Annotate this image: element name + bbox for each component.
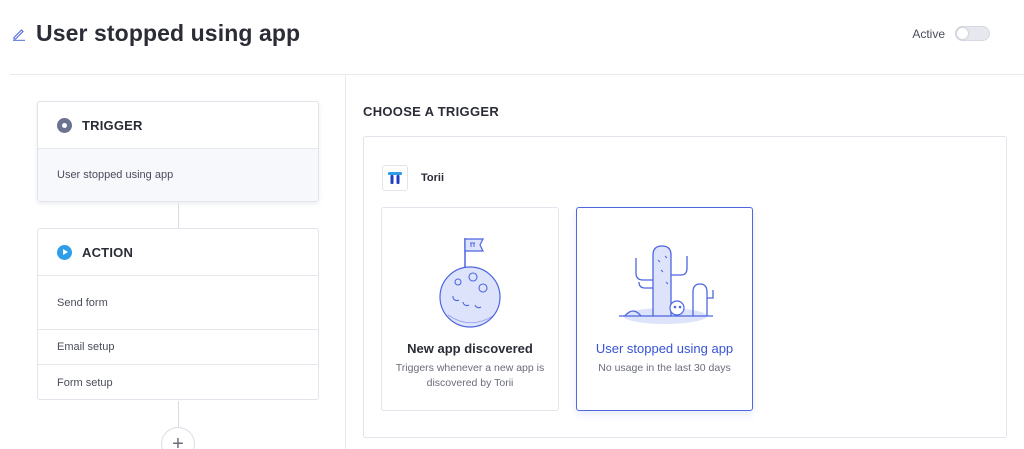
active-toggle[interactable] xyxy=(955,26,990,41)
trigger-card-description: No usage in the last 30 days xyxy=(598,362,731,374)
page-title: User stopped using app xyxy=(36,20,301,46)
edit-pencil-icon[interactable] xyxy=(12,27,26,41)
action-step-title: ACTION xyxy=(82,244,134,260)
trigger-step-card[interactable]: TRIGGER User stopped using app xyxy=(37,101,319,202)
cactus-desert-icon xyxy=(577,230,752,330)
panel-divider xyxy=(345,75,346,449)
trigger-card-title: New app discovered xyxy=(407,341,533,356)
trigger-dot-icon xyxy=(57,117,72,133)
trigger-selected-item[interactable]: User stopped using app xyxy=(38,149,318,201)
step-connector xyxy=(178,203,179,228)
trigger-card-description: Triggers whenever a new app is discovere… xyxy=(395,362,545,389)
trigger-step-header: TRIGGER xyxy=(38,102,318,149)
trigger-card-title: User stopped using app xyxy=(595,341,734,356)
step-connector xyxy=(178,401,179,427)
toggle-knob xyxy=(957,28,968,39)
moon-flag-icon xyxy=(382,230,558,330)
action-step-card: ACTION Send form Email setup Form setup xyxy=(37,228,319,400)
provider-header: Torii xyxy=(382,165,444,191)
page-header: User stopped using app Active xyxy=(0,0,1024,74)
choose-trigger-title: CHOOSE A TRIGGER xyxy=(363,104,500,119)
active-control: Active xyxy=(912,26,990,41)
action-item-send-form[interactable]: Send form xyxy=(38,276,318,330)
trigger-card-user-stopped[interactable]: User stopped using app No usage in the l… xyxy=(576,207,753,411)
active-label: Active xyxy=(912,26,945,41)
trigger-chooser-panel: Torii New app discovered Triggers whenev… xyxy=(363,136,1007,438)
trigger-card-new-app[interactable]: New app discovered Triggers whenever a n… xyxy=(381,207,559,411)
trigger-step-title: TRIGGER xyxy=(82,117,143,133)
action-play-icon xyxy=(57,244,72,260)
action-item-form-setup[interactable]: Form setup xyxy=(38,365,318,400)
action-step-header: ACTION xyxy=(38,229,318,276)
provider-name: Torii xyxy=(421,172,445,184)
add-step-button[interactable]: + xyxy=(161,427,195,449)
action-item-email-setup[interactable]: Email setup xyxy=(38,330,318,365)
header-divider xyxy=(10,74,1024,75)
torii-logo-icon xyxy=(382,165,408,191)
